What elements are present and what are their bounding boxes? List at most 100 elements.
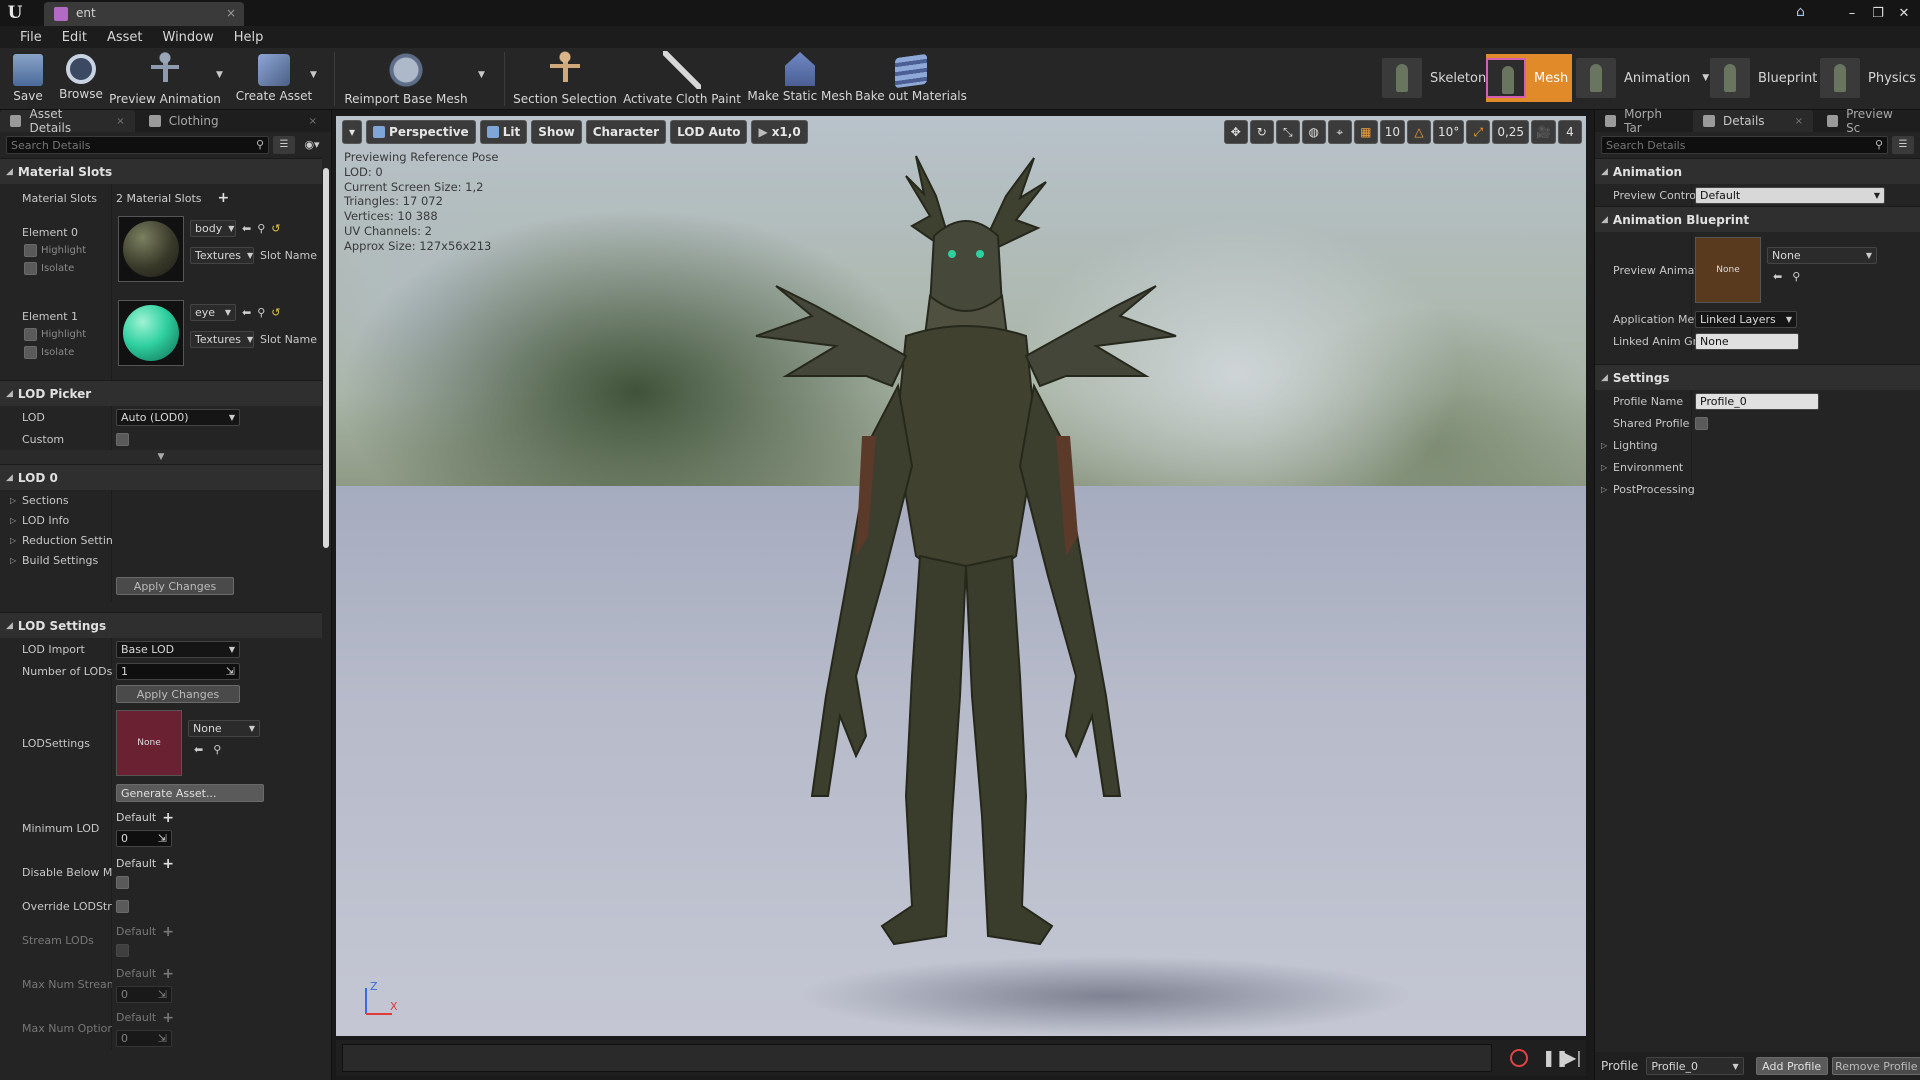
preview-animation-thumbnail[interactable]: None (1695, 237, 1761, 303)
application-method-combo[interactable]: Linked Layers ▼ (1695, 310, 1797, 328)
highlight-checkbox[interactable] (24, 328, 37, 341)
override-lodstreaming-checkbox[interactable] (116, 899, 129, 913)
eye-visibility-icon[interactable]: ◉▾ (299, 136, 325, 154)
browse-search-icon[interactable]: ⚲ (1792, 270, 1800, 283)
use-selected-arrow-icon[interactable]: ⬅ (194, 743, 203, 756)
minimum-lod-input[interactable]: 0 ⇲ (116, 829, 172, 847)
translate-icon[interactable]: ✥ (1223, 120, 1248, 144)
tab-preview-scene[interactable]: Preview Sc (1816, 107, 1916, 135)
reset-icon[interactable]: ↺ (271, 222, 280, 235)
browse-button[interactable]: Browse (56, 48, 106, 110)
textures-combo[interactable]: Textures ▼ (190, 247, 254, 264)
add-override-icon[interactable]: + (162, 810, 174, 826)
rotate-icon[interactable]: ↻ (1249, 120, 1274, 144)
show-button[interactable]: Show (531, 120, 582, 144)
playback-speed-button[interactable]: ▶ x1,0 (751, 120, 808, 144)
grid-snap-icon[interactable]: ▦ (1353, 120, 1378, 144)
view-options-icon[interactable]: ☰ (1892, 136, 1914, 154)
scale-snap-icon[interactable]: ⤢ (1466, 120, 1491, 144)
camera-speed-icon[interactable]: 🎥 (1531, 120, 1556, 144)
expand-advanced-icon[interactable]: ▼ (0, 450, 322, 464)
menu-help[interactable]: Help (224, 30, 274, 45)
activate-cloth-paint-button[interactable]: Activate Cloth Paint (623, 48, 741, 110)
isolate-checkbox[interactable] (24, 346, 37, 359)
shared-profile-checkbox[interactable] (1695, 416, 1708, 430)
lodsettings-thumbnail[interactable]: None (116, 710, 182, 776)
search-details-input[interactable] (1602, 137, 1887, 153)
scale-icon[interactable]: ⤡ (1275, 120, 1300, 144)
environment-row[interactable]: ▷ Environment (1595, 456, 1920, 478)
add-material-slot-icon[interactable]: + (218, 190, 230, 206)
scale-snap-value[interactable]: 0,25 (1492, 120, 1530, 144)
category-animation[interactable]: ◢ Animation (1595, 158, 1920, 184)
reset-icon[interactable]: ↺ (271, 306, 280, 319)
world-local-icon[interactable]: ◍ (1301, 120, 1326, 144)
section-selection-button[interactable]: Section Selection (513, 48, 617, 110)
grid-snap-value[interactable]: 10 (1379, 120, 1406, 144)
material-slot-combo[interactable]: body ▼ (190, 220, 236, 237)
menu-file[interactable]: File (10, 30, 52, 45)
use-selected-arrow-icon[interactable]: ⬅ (242, 222, 251, 235)
close-icon[interactable]: × (226, 6, 236, 20)
surface-snap-icon[interactable]: ⌖ (1327, 120, 1352, 144)
source-control-icon[interactable]: ⌂ (1796, 4, 1814, 20)
sections-row[interactable]: ▷ Sections (0, 490, 322, 510)
highlight-checkbox[interactable] (24, 244, 37, 257)
mode-blueprint-tab[interactable]: Blueprint (1710, 54, 1817, 102)
save-button[interactable]: Save (8, 48, 48, 110)
build-settings-row[interactable]: ▷ Build Settings (0, 550, 322, 570)
rotation-snap-icon[interactable]: △ (1407, 120, 1432, 144)
view-options-icon[interactable]: ☰ (273, 136, 295, 154)
lighting-row[interactable]: ▷ Lighting (1595, 434, 1920, 456)
lod-info-row[interactable]: ▷ LOD Info (0, 510, 322, 530)
linked-anim-graph-input[interactable]: None (1695, 332, 1799, 350)
record-button[interactable] (1510, 1049, 1528, 1067)
browse-search-icon[interactable]: ⚲ (213, 743, 221, 756)
isolate-checkbox[interactable] (24, 262, 37, 275)
category-animation-blueprint[interactable]: ◢ Animation Blueprint (1595, 206, 1920, 232)
lod-import-combo[interactable]: Base LOD ▼ (116, 640, 240, 658)
remove-profile-button[interactable]: Remove Profile (1831, 1057, 1920, 1075)
mode-skeleton-tab[interactable]: Skeleton (1382, 54, 1486, 102)
browse-search-icon[interactable]: ⚲ (257, 222, 265, 235)
category-settings[interactable]: ◢ Settings (1595, 364, 1920, 390)
reduction-settings-row[interactable]: ▷ Reduction Settings (0, 530, 322, 550)
generate-asset-button[interactable]: Generate Asset... (116, 784, 264, 802)
browse-search-icon[interactable]: ⚲ (257, 306, 265, 319)
perspective-button[interactable]: Perspective (366, 120, 476, 144)
apply-changes-button[interactable]: Apply Changes (116, 577, 234, 595)
animation-dropdown-icon[interactable]: ▼ (1702, 73, 1709, 83)
category-lod0[interactable]: ◢ LOD 0 (0, 464, 322, 490)
tab-morph-targets[interactable]: Morph Tar (1595, 107, 1689, 135)
custom-checkbox[interactable] (116, 432, 129, 446)
mode-physics-tab[interactable]: Physics (1820, 54, 1916, 102)
maximize-icon[interactable]: ❐ (1870, 6, 1886, 21)
tab-details[interactable]: Details × (1692, 110, 1813, 132)
material-thumbnail[interactable] (118, 300, 184, 366)
menu-window[interactable]: Window (153, 30, 224, 45)
disable-below-min-checkbox[interactable] (116, 875, 129, 889)
category-material-slots[interactable]: ◢ Material Slots (0, 158, 322, 184)
category-lod-settings[interactable]: ◢ LOD Settings (0, 612, 322, 638)
profile-name-input[interactable]: Profile_0 (1695, 392, 1819, 410)
material-thumbnail[interactable] (118, 216, 184, 282)
lod-auto-button[interactable]: LOD Auto (670, 120, 748, 144)
mode-animation-tab[interactable]: Animation ▼ (1576, 54, 1709, 102)
preview-viewport[interactable]: ▾ Perspective Lit Show Character LOD Aut… (336, 116, 1586, 1036)
profile-combo[interactable]: Profile_0 ▼ (1646, 1057, 1744, 1075)
left-scrollbar[interactable] (323, 168, 329, 548)
category-lod-picker[interactable]: ◢ LOD Picker (0, 380, 322, 406)
close-icon[interactable]: × (1795, 116, 1803, 127)
timeline-track[interactable] (342, 1044, 1492, 1072)
number-of-lods-input[interactable]: 1 ⇲ (116, 662, 240, 680)
lit-button[interactable]: Lit (479, 120, 528, 144)
bake-out-materials-button[interactable]: Bake out Materials (855, 48, 967, 110)
use-selected-arrow-icon[interactable]: ⬅ (1773, 270, 1782, 283)
preview-animation-combo[interactable]: None ▼ (1767, 247, 1877, 264)
close-icon[interactable]: × (309, 116, 317, 127)
use-selected-arrow-icon[interactable]: ⬅ (242, 306, 251, 319)
viewport-options-button[interactable]: ▾ (342, 120, 363, 144)
close-window-icon[interactable]: ✕ (1896, 6, 1912, 21)
mode-mesh-tab[interactable]: Mesh (1486, 54, 1573, 102)
preview-animation-button[interactable]: Preview Animation (109, 48, 221, 110)
